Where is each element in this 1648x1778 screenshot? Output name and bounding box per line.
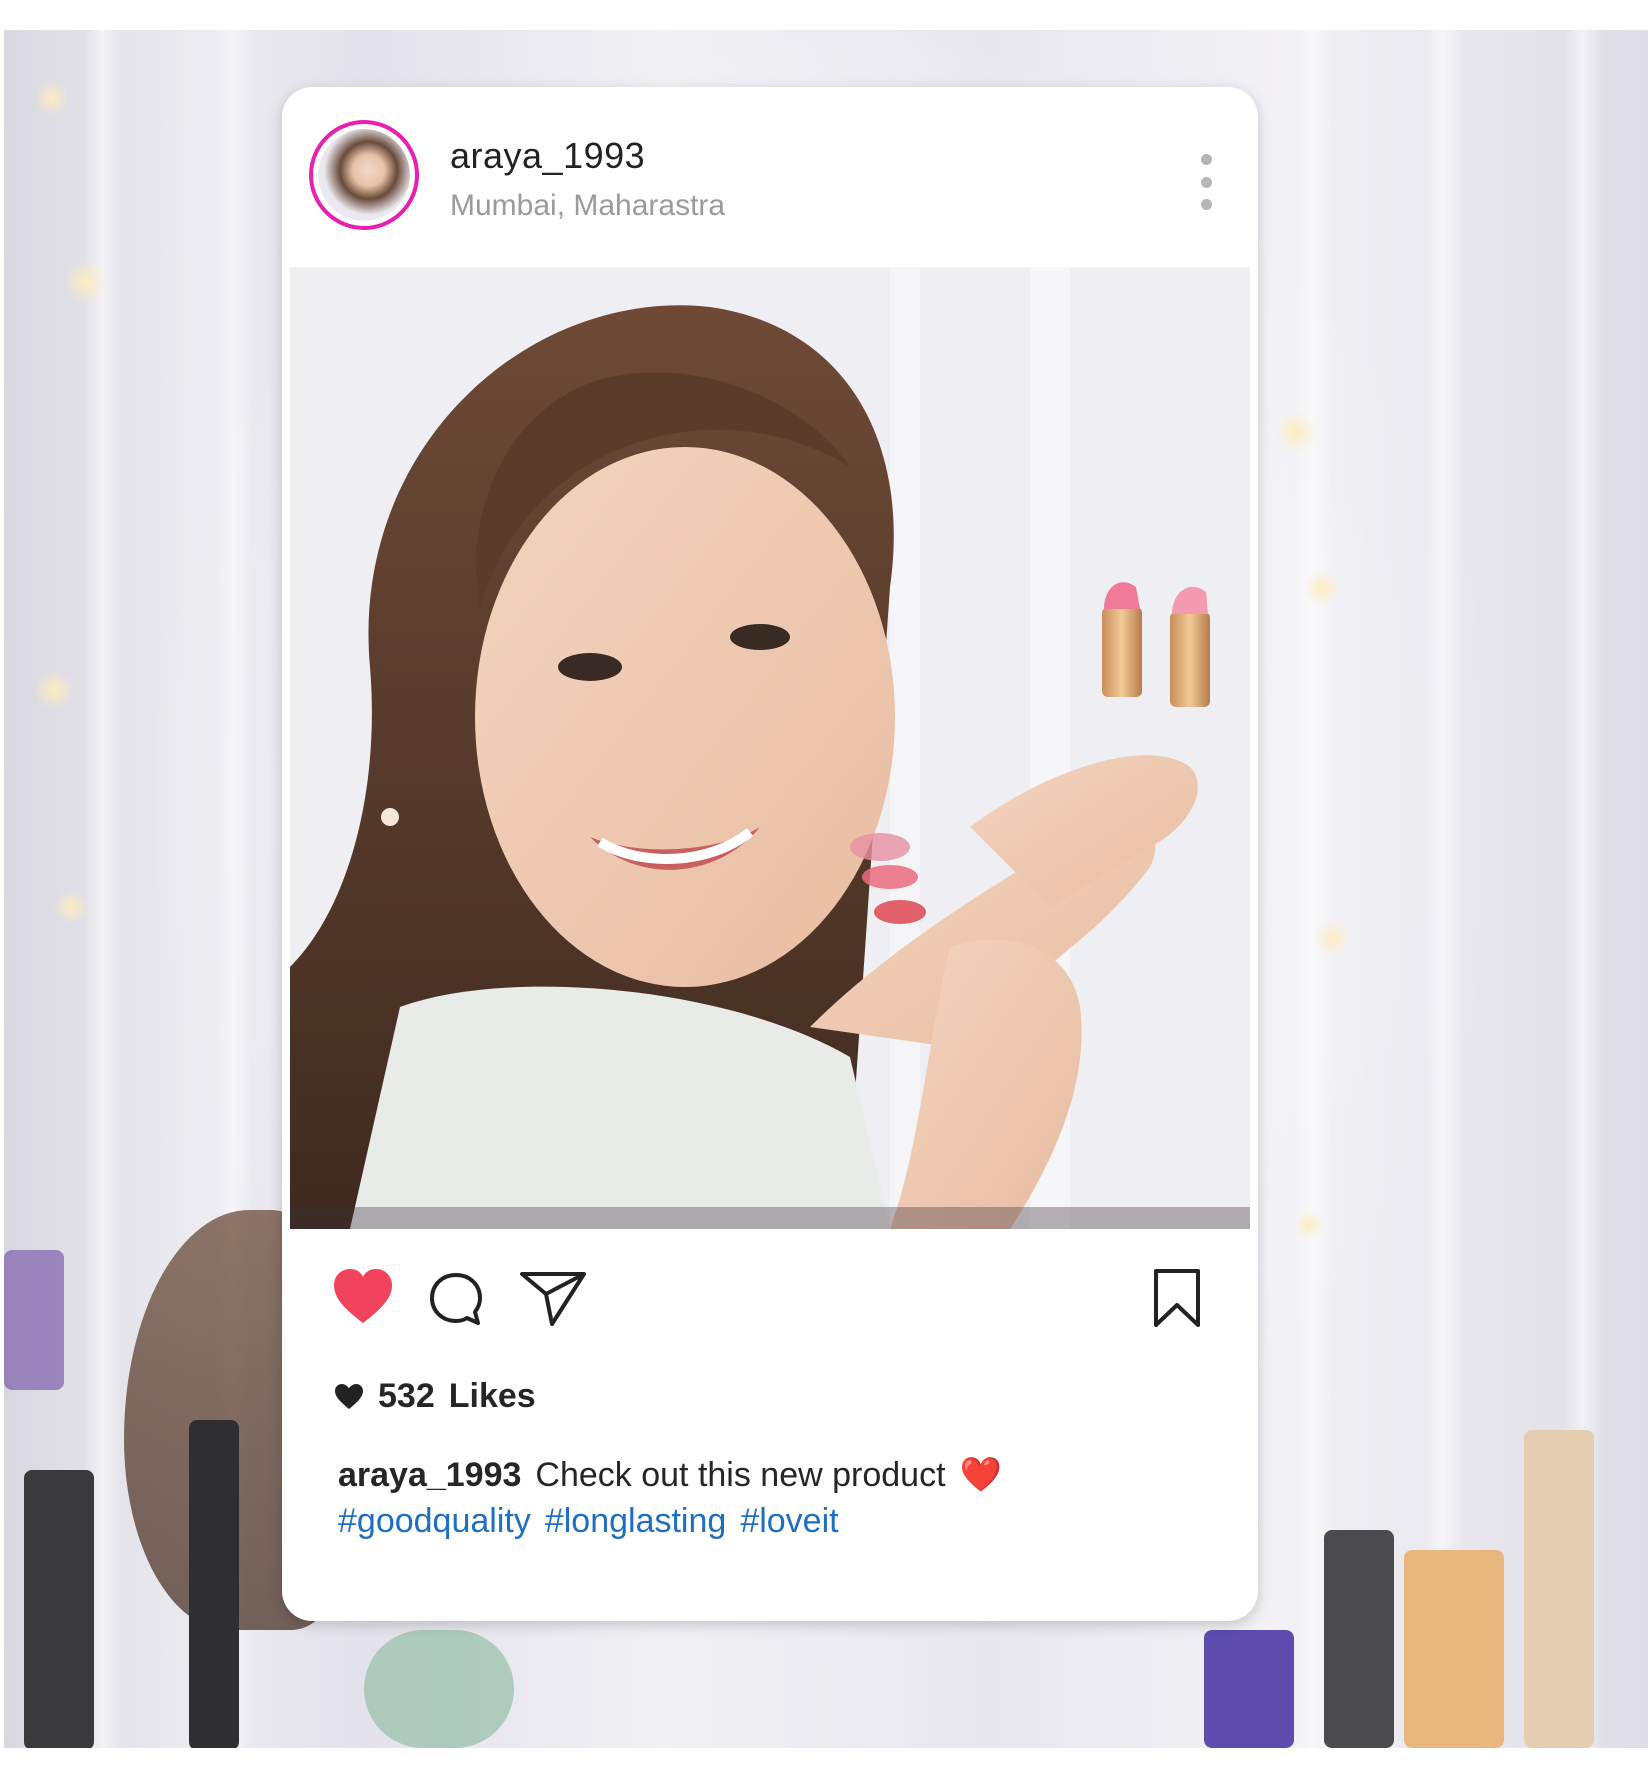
post-card: araya_1993 Mumbai, Maharastra 532 Likes … bbox=[282, 87, 1258, 1621]
action-bar bbox=[282, 1267, 1258, 1347]
post-header: araya_1993 Mumbai, Maharastra bbox=[282, 87, 1258, 267]
location[interactable]: Mumbai, Maharastra bbox=[450, 189, 725, 223]
bookmark-icon[interactable] bbox=[1152, 1267, 1202, 1329]
heart-icon[interactable] bbox=[332, 1267, 394, 1327]
hashtag-link[interactable]: #loveit bbox=[740, 1502, 838, 1540]
avatar-image bbox=[318, 129, 410, 221]
hashtag-link[interactable]: #longlasting bbox=[545, 1502, 726, 1540]
post-caption: araya_1993 Check out this new product ❤️ #… bbox=[338, 1452, 1218, 1544]
caption-text: Check out this new product bbox=[535, 1456, 946, 1494]
username[interactable]: araya_1993 bbox=[450, 135, 645, 177]
more-vertical-icon[interactable] bbox=[1200, 154, 1212, 210]
avatar[interactable] bbox=[309, 120, 419, 230]
comment-icon[interactable] bbox=[428, 1271, 484, 1327]
likes-count[interactable]: 532 Likes bbox=[334, 1377, 536, 1416]
likes-label: Likes bbox=[448, 1377, 536, 1415]
heart-small-icon bbox=[335, 1384, 363, 1409]
caption-username[interactable]: araya_1993 bbox=[338, 1456, 521, 1494]
hashtag-link[interactable]: #goodquality bbox=[338, 1502, 531, 1540]
send-icon[interactable] bbox=[518, 1268, 588, 1328]
likes-number: 532 bbox=[378, 1377, 435, 1415]
post-image-illustration bbox=[290, 267, 1250, 1229]
hashtags: #goodquality #longlasting #loveit bbox=[338, 1498, 1218, 1544]
heart-emoji: ❤️ bbox=[959, 1456, 1002, 1494]
post-image[interactable] bbox=[290, 267, 1250, 1229]
